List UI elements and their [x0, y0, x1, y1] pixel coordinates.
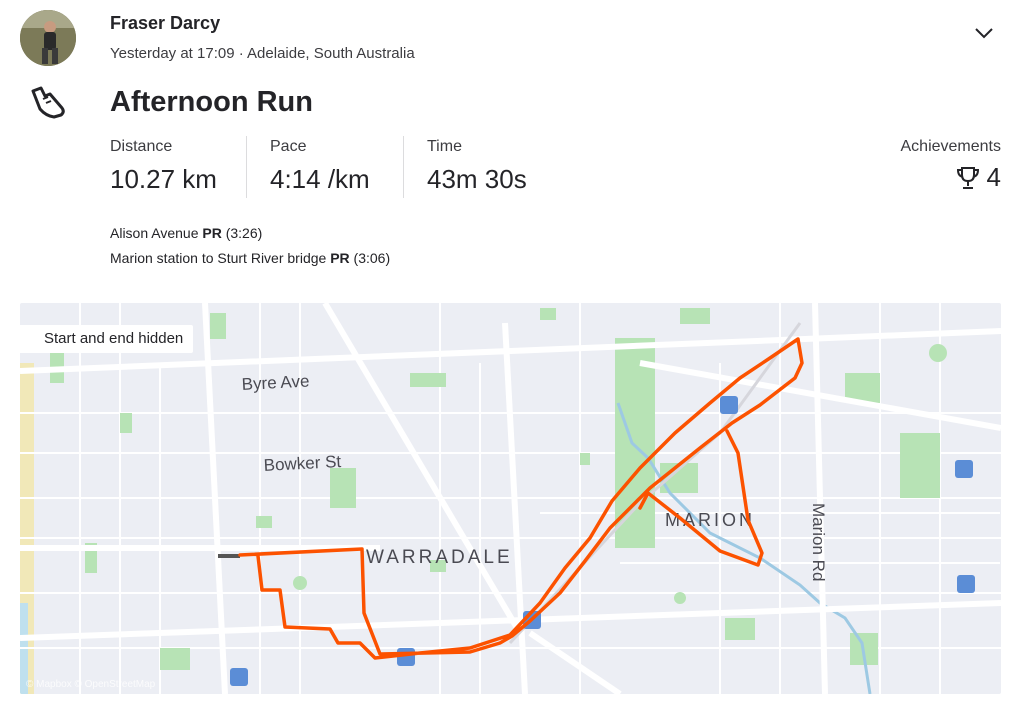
- stat-distance: Distance 10.27 km: [110, 138, 217, 195]
- stat-achievements[interactable]: Achievements 4: [901, 138, 1002, 193]
- route-map[interactable]: Byre Ave Bowker St WARRADALE MARION Mari…: [20, 303, 1001, 694]
- pace-value: 4:14 /km: [270, 164, 370, 194]
- pr-badge: PR: [202, 225, 222, 241]
- time-value: 43m 30s: [427, 164, 527, 194]
- athlete-avatar[interactable]: [20, 10, 76, 66]
- segment-pr-row[interactable]: Alison Avenue PR (3:26): [110, 225, 262, 241]
- time-label: Time: [427, 138, 462, 155]
- stat-divider: [403, 136, 404, 198]
- activity-title[interactable]: Afternoon Run: [110, 86, 313, 119]
- stat-pace: Pace 4:14 /km: [270, 138, 370, 195]
- activity-meta: Yesterday at 17:09 · Adelaide, South Aus…: [110, 45, 415, 62]
- distance-value: 10.27 km: [110, 164, 217, 194]
- pr-badge: PR: [330, 250, 350, 266]
- pace-label: Pace: [270, 138, 307, 155]
- distance-label: Distance: [110, 138, 173, 155]
- segment-time: (3:26): [221, 225, 263, 241]
- segment-pr-row[interactable]: Marion station to Sturt River bridge PR …: [110, 250, 390, 266]
- chevron-down-icon[interactable]: [972, 22, 996, 44]
- segment-time: (3:06): [349, 250, 391, 266]
- stat-divider: [246, 136, 247, 198]
- street-label-marion-rd: Marion Rd: [809, 503, 828, 581]
- creek: [616, 402, 872, 694]
- street-label-byre: Byre Ave: [241, 371, 310, 394]
- start-end-hidden-badge: Start and end hidden: [20, 325, 194, 353]
- athlete-name[interactable]: Fraser Darcy: [110, 13, 220, 34]
- achievements-label: Achievements: [900, 138, 1002, 155]
- map-attribution[interactable]: © Mapbox © OpenStreetMap: [26, 679, 155, 690]
- suburb-label-marion: MARION: [665, 510, 755, 530]
- shoe-icon: [31, 86, 65, 119]
- segment-name: Alison Avenue: [110, 225, 203, 241]
- achievements-value: 4: [986, 162, 1001, 192]
- suburb-label-warradale: WARRADALE: [366, 547, 513, 568]
- trophy-icon: [956, 166, 979, 189]
- map-canvas[interactable]: Byre Ave Bowker St WARRADALE MARION Mari…: [20, 303, 1001, 694]
- segment-name: Marion station to Sturt River bridge: [110, 250, 331, 266]
- street-label-bowker: Bowker St: [263, 452, 342, 475]
- stat-time: Time 43m 30s: [427, 138, 527, 195]
